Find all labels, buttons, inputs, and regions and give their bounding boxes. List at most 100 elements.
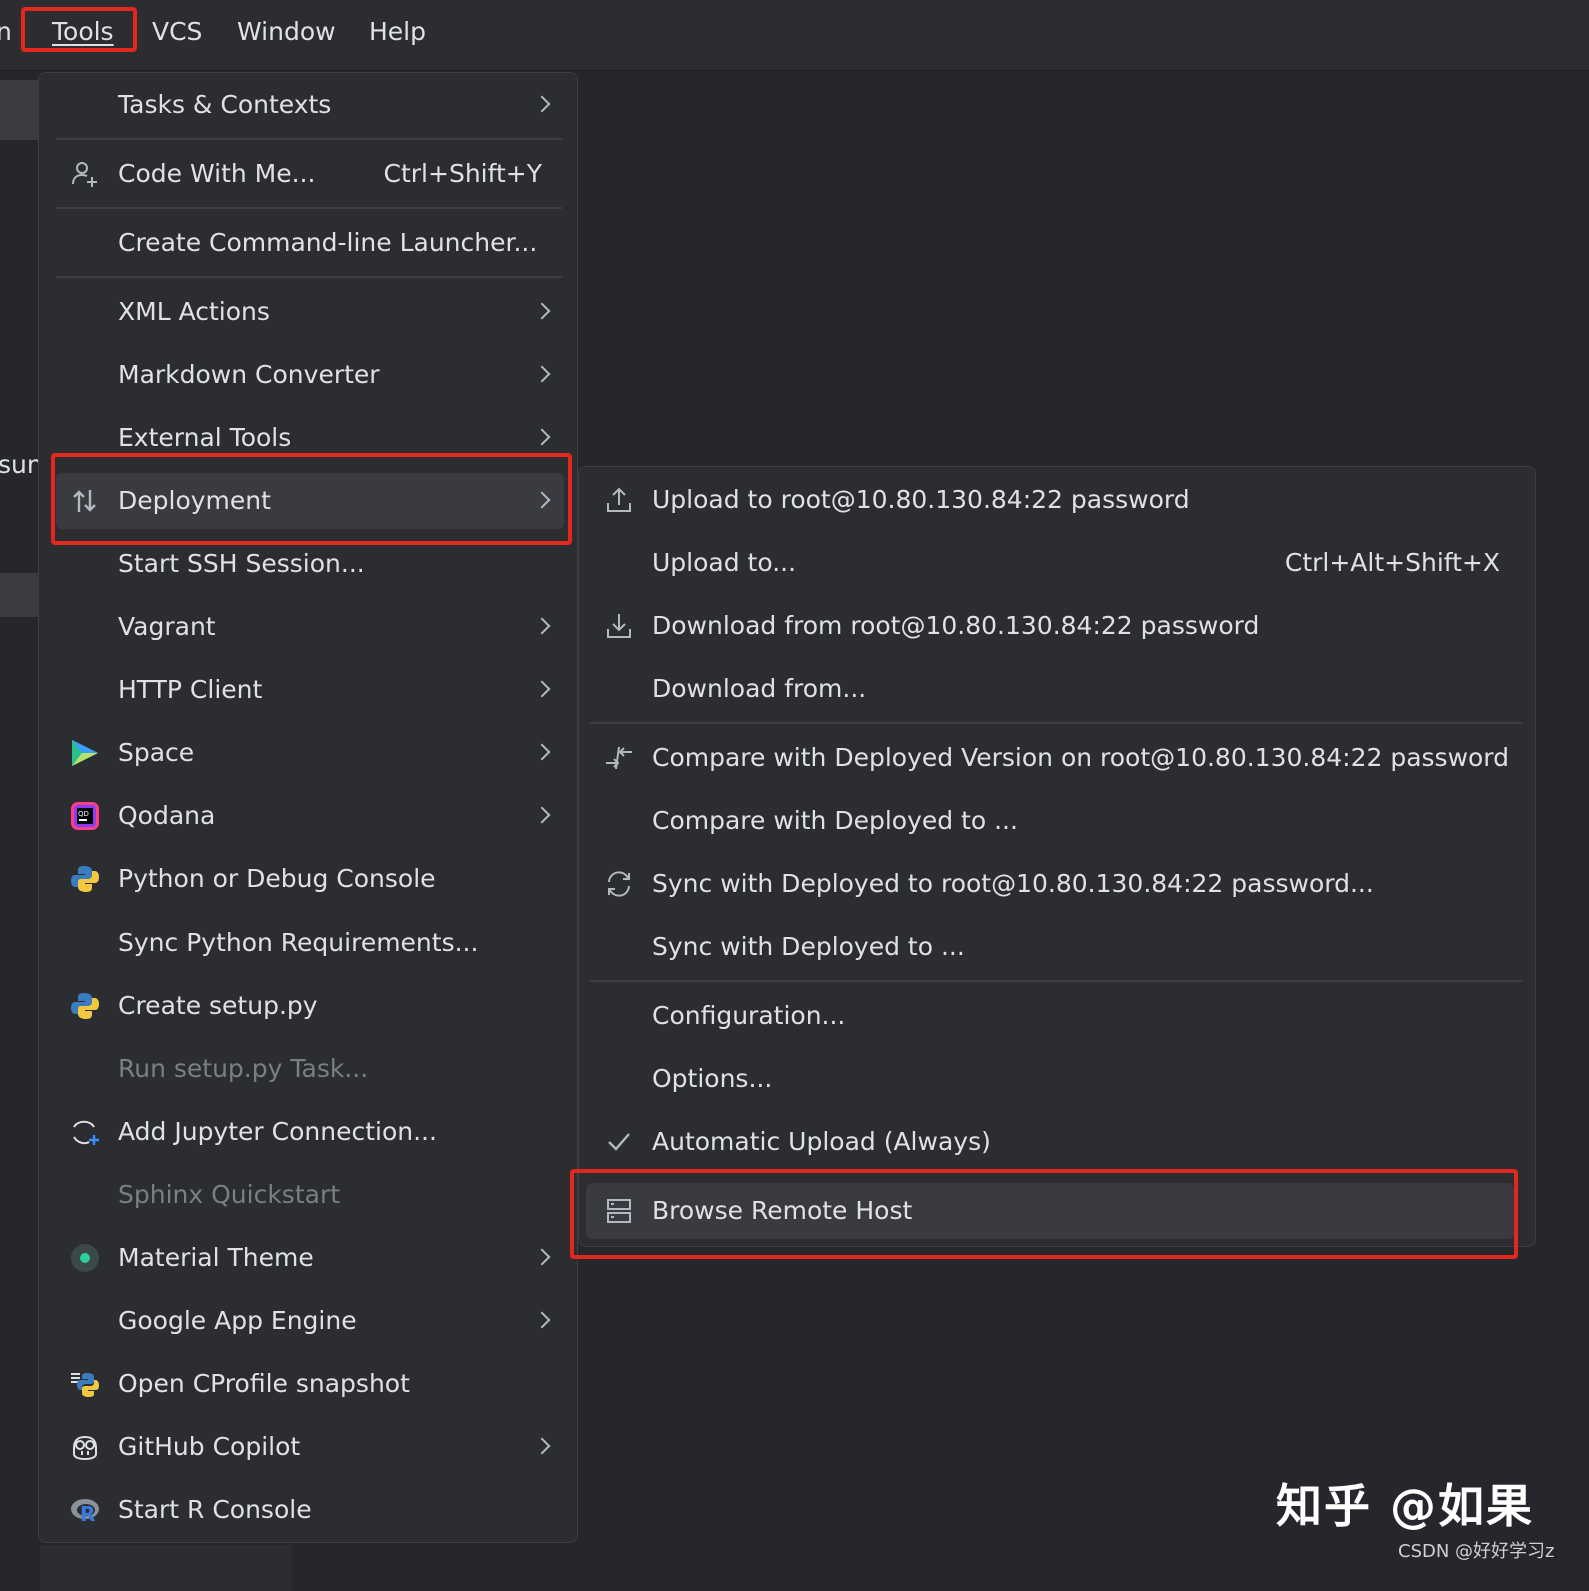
menu-item-label: Upload to root@10.80.130.84:22 password xyxy=(652,485,1190,514)
menu-item-label: Run setup.py Task... xyxy=(118,1054,369,1083)
menu-item-label: Create setup.py xyxy=(118,991,318,1020)
browse-remote-host-highlight-box xyxy=(570,1169,1518,1259)
menu-item-start-r-console[interactable]: R Start R Console xyxy=(56,1482,564,1538)
chevron-right-icon xyxy=(533,743,551,761)
chevron-right-icon xyxy=(533,680,551,698)
submenu-item-sync-deployed-to[interactable]: Sync with Deployed to ... xyxy=(590,919,1522,975)
chevron-right-icon xyxy=(533,95,551,113)
shortcut-label: Ctrl+Alt+Shift+X xyxy=(1284,548,1500,577)
menu-item-http-client[interactable]: HTTP Client xyxy=(56,662,564,718)
submenu-item-compare-deployed-root[interactable]: Compare with Deployed Version on root@10… xyxy=(590,730,1522,786)
menu-bar: n Tools VCS Window Help xyxy=(0,0,1589,71)
submenu-item-configuration[interactable]: Configuration... xyxy=(590,988,1522,1044)
menu-item-material-theme[interactable]: Material Theme xyxy=(56,1230,564,1286)
menu-item-label: Compare with Deployed Version on root@10… xyxy=(652,743,1510,772)
menu-item-label: Create Command-line Launcher... xyxy=(118,228,538,257)
background-panel xyxy=(0,573,38,617)
python-icon xyxy=(71,993,99,1019)
watermark-text: 知乎 @如果 xyxy=(1276,1479,1535,1533)
menubar-item-vcs[interactable]: VCS xyxy=(152,14,202,50)
menu-item-label: Space xyxy=(118,738,195,767)
menu-item-run-setup-task[interactable]: Run setup.py Task... xyxy=(56,1041,564,1097)
menu-item-create-setup-py[interactable]: Create setup.py xyxy=(56,978,564,1034)
separator xyxy=(590,980,1522,982)
submenu-item-download-from-root[interactable]: Download from root@10.80.130.84:22 passw… xyxy=(590,598,1522,654)
menu-item-label: Vagrant xyxy=(118,612,216,641)
separator xyxy=(56,207,562,209)
chevron-right-icon xyxy=(533,617,551,635)
menu-item-add-jupyter[interactable]: Add Jupyter Connection... xyxy=(56,1104,564,1160)
menu-item-label: Download from root@10.80.130.84:22 passw… xyxy=(652,611,1260,640)
jupyter-add-icon xyxy=(73,1120,99,1145)
menu-item-python-console[interactable]: Python or Debug Console xyxy=(56,851,564,907)
menu-item-label: Material Theme xyxy=(118,1243,314,1272)
menu-item-qodana[interactable]: QD Qodana xyxy=(56,788,564,844)
download-icon xyxy=(607,614,631,638)
menu-item-label: Code With Me... xyxy=(118,159,316,188)
menu-item-label: Compare with Deployed to ... xyxy=(652,806,1018,835)
menu-item-label: Add Jupyter Connection... xyxy=(118,1117,437,1146)
menu-item-label: Configuration... xyxy=(652,1001,846,1030)
compare-icon xyxy=(606,746,632,770)
submenu-item-compare-deployed-to[interactable]: Compare with Deployed to ... xyxy=(590,793,1522,849)
chevron-right-icon xyxy=(533,1248,551,1266)
shortcut-label: Ctrl+Shift+Y xyxy=(383,159,542,188)
menu-item-github-copilot[interactable]: GitHub Copilot xyxy=(56,1419,564,1475)
submenu-item-automatic-upload[interactable]: Automatic Upload (Always) xyxy=(590,1114,1522,1170)
copilot-icon xyxy=(73,1435,97,1461)
menu-item-label: Markdown Converter xyxy=(118,360,380,389)
background-panel xyxy=(40,1545,292,1591)
material-theme-icon xyxy=(71,1244,99,1272)
menu-item-label: Start R Console xyxy=(118,1495,312,1524)
r-console-icon: R xyxy=(71,1499,99,1525)
menubar-item-partial[interactable]: n xyxy=(0,14,12,50)
menu-item-label: Python or Debug Console xyxy=(118,864,436,893)
menu-item-create-launcher[interactable]: Create Command-line Launcher... xyxy=(56,215,564,271)
menu-item-tasks-contexts[interactable]: Tasks & Contexts xyxy=(56,77,564,133)
menu-item-label: Sync Python Requirements... xyxy=(118,928,479,957)
menu-item-label: XML Actions xyxy=(118,297,270,326)
menu-item-label: Tasks & Contexts xyxy=(118,90,332,119)
menubar-item-window[interactable]: Window xyxy=(237,14,336,50)
menu-item-label: Options... xyxy=(652,1064,773,1093)
submenu-item-upload-to[interactable]: Upload to... Ctrl+Alt+Shift+X xyxy=(590,535,1522,591)
submenu-item-download-from[interactable]: Download from... xyxy=(590,661,1522,717)
menu-item-label: GitHub Copilot xyxy=(118,1432,301,1461)
chevron-right-icon xyxy=(533,1437,551,1455)
separator xyxy=(56,138,562,140)
menu-item-label: Download from... xyxy=(652,674,867,703)
deployment-highlight-box xyxy=(51,453,572,545)
submenu-item-sync-deployed-root[interactable]: Sync with Deployed to root@10.80.130.84:… xyxy=(590,856,1522,912)
menu-item-label: Sphinx Quickstart xyxy=(118,1180,341,1209)
menu-item-label: Google App Engine xyxy=(118,1306,357,1335)
space-logo-icon xyxy=(72,740,98,766)
menu-item-sync-python-requirements[interactable]: Sync Python Requirements... xyxy=(56,915,564,971)
cprofile-icon xyxy=(71,1373,99,1397)
menubar-item-help[interactable]: Help xyxy=(369,14,426,50)
python-console-icon xyxy=(71,866,99,892)
tools-highlight-box xyxy=(21,7,137,52)
chevron-right-icon xyxy=(533,365,551,383)
menu-item-space[interactable]: Space xyxy=(56,725,564,781)
menu-item-label: Sync with Deployed to ... xyxy=(652,932,965,961)
menu-item-vagrant[interactable]: Vagrant xyxy=(56,599,564,655)
background-text: sun xyxy=(0,450,43,479)
submenu-item-options[interactable]: Options... xyxy=(590,1051,1522,1107)
menu-item-label: Start SSH Session... xyxy=(118,549,365,578)
chevron-right-icon xyxy=(533,302,551,320)
csdn-watermark: CSDN @好好学习z xyxy=(1398,1541,1555,1562)
qodana-logo-icon: QD xyxy=(71,802,99,830)
menu-item-label: Qodana xyxy=(118,801,216,830)
menu-item-markdown-converter[interactable]: Markdown Converter xyxy=(56,347,564,403)
menu-item-xml-actions[interactable]: XML Actions xyxy=(56,284,564,340)
background-panel xyxy=(0,80,38,140)
menu-item-label: Open CProfile snapshot xyxy=(118,1369,410,1398)
menu-item-code-with-me[interactable]: Code With Me... Ctrl+Shift+Y xyxy=(56,146,564,202)
chevron-right-icon xyxy=(533,1311,551,1329)
menu-item-sphinx-quickstart[interactable]: Sphinx Quickstart xyxy=(56,1167,564,1223)
submenu-item-upload-to-root[interactable]: Upload to root@10.80.130.84:22 password xyxy=(590,472,1522,528)
menu-item-start-ssh[interactable]: Start SSH Session... xyxy=(56,536,564,592)
upload-icon xyxy=(607,487,631,512)
menu-item-open-cprofile[interactable]: Open CProfile snapshot xyxy=(56,1356,564,1412)
menu-item-google-app-engine[interactable]: Google App Engine xyxy=(56,1293,564,1349)
